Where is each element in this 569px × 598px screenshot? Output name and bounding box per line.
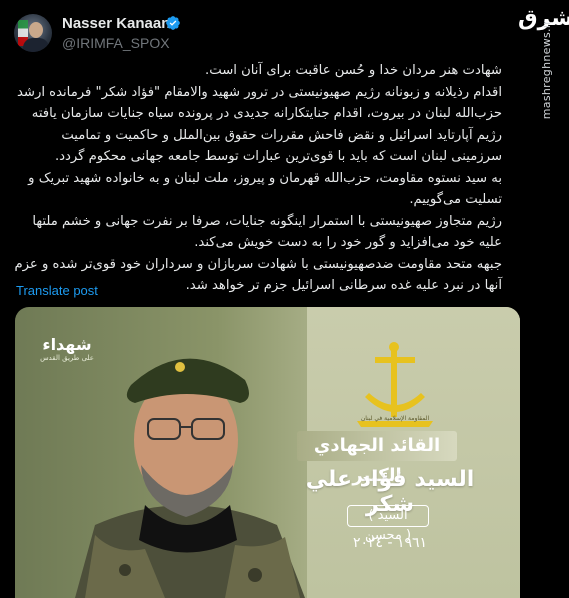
post-paragraph: شهادت هنر مردان خدا و حُسن عاقبت برای آن… — [205, 63, 502, 78]
post-header: Nasser Kanaani @IRIMFA_SPOX — [14, 12, 514, 56]
portrait-image — [75, 358, 305, 598]
watermark: مشرق mashreghnews.ir — [510, 0, 569, 130]
post-paragraph: اقدام رذیلانه و زبونانه رژیم صهیونیستی د… — [16, 84, 502, 165]
translate-post-link[interactable]: Translate post — [16, 283, 98, 298]
avatar-suit — [23, 38, 49, 52]
life-years: ١٩٦١ - ٢٠٢٤ — [352, 535, 428, 551]
commander-title: القائد الجهادي الكبير — [297, 431, 457, 486]
author-handle[interactable]: @IRIMFA_SPOX — [62, 35, 170, 51]
post-media-image[interactable]: شهداء على طريق القدس المقاومة الإسلامية … — [15, 307, 520, 598]
post-body: شهادت هنر مردان خدا و حُسن عاقبت برای آن… — [14, 60, 502, 297]
avatar[interactable] — [14, 14, 52, 52]
post-paragraph: رژیم متجاوز صهیونیستی با استمرار اینگونه… — [32, 213, 502, 251]
commander-alias: ( السيد محسن ) — [347, 505, 429, 543]
watermark-url: mashreghnews.ir — [540, 20, 553, 120]
emblem-caption: المقاومة الإسلامية في لبنان — [360, 415, 430, 422]
avatar-head — [29, 22, 43, 38]
verified-badge-icon — [166, 16, 180, 30]
author-name[interactable]: Nasser Kanaani — [62, 15, 175, 32]
post-paragraph: به سید نستوه مقاومت، حزب‌الله قهرمان و پ… — [28, 170, 502, 208]
